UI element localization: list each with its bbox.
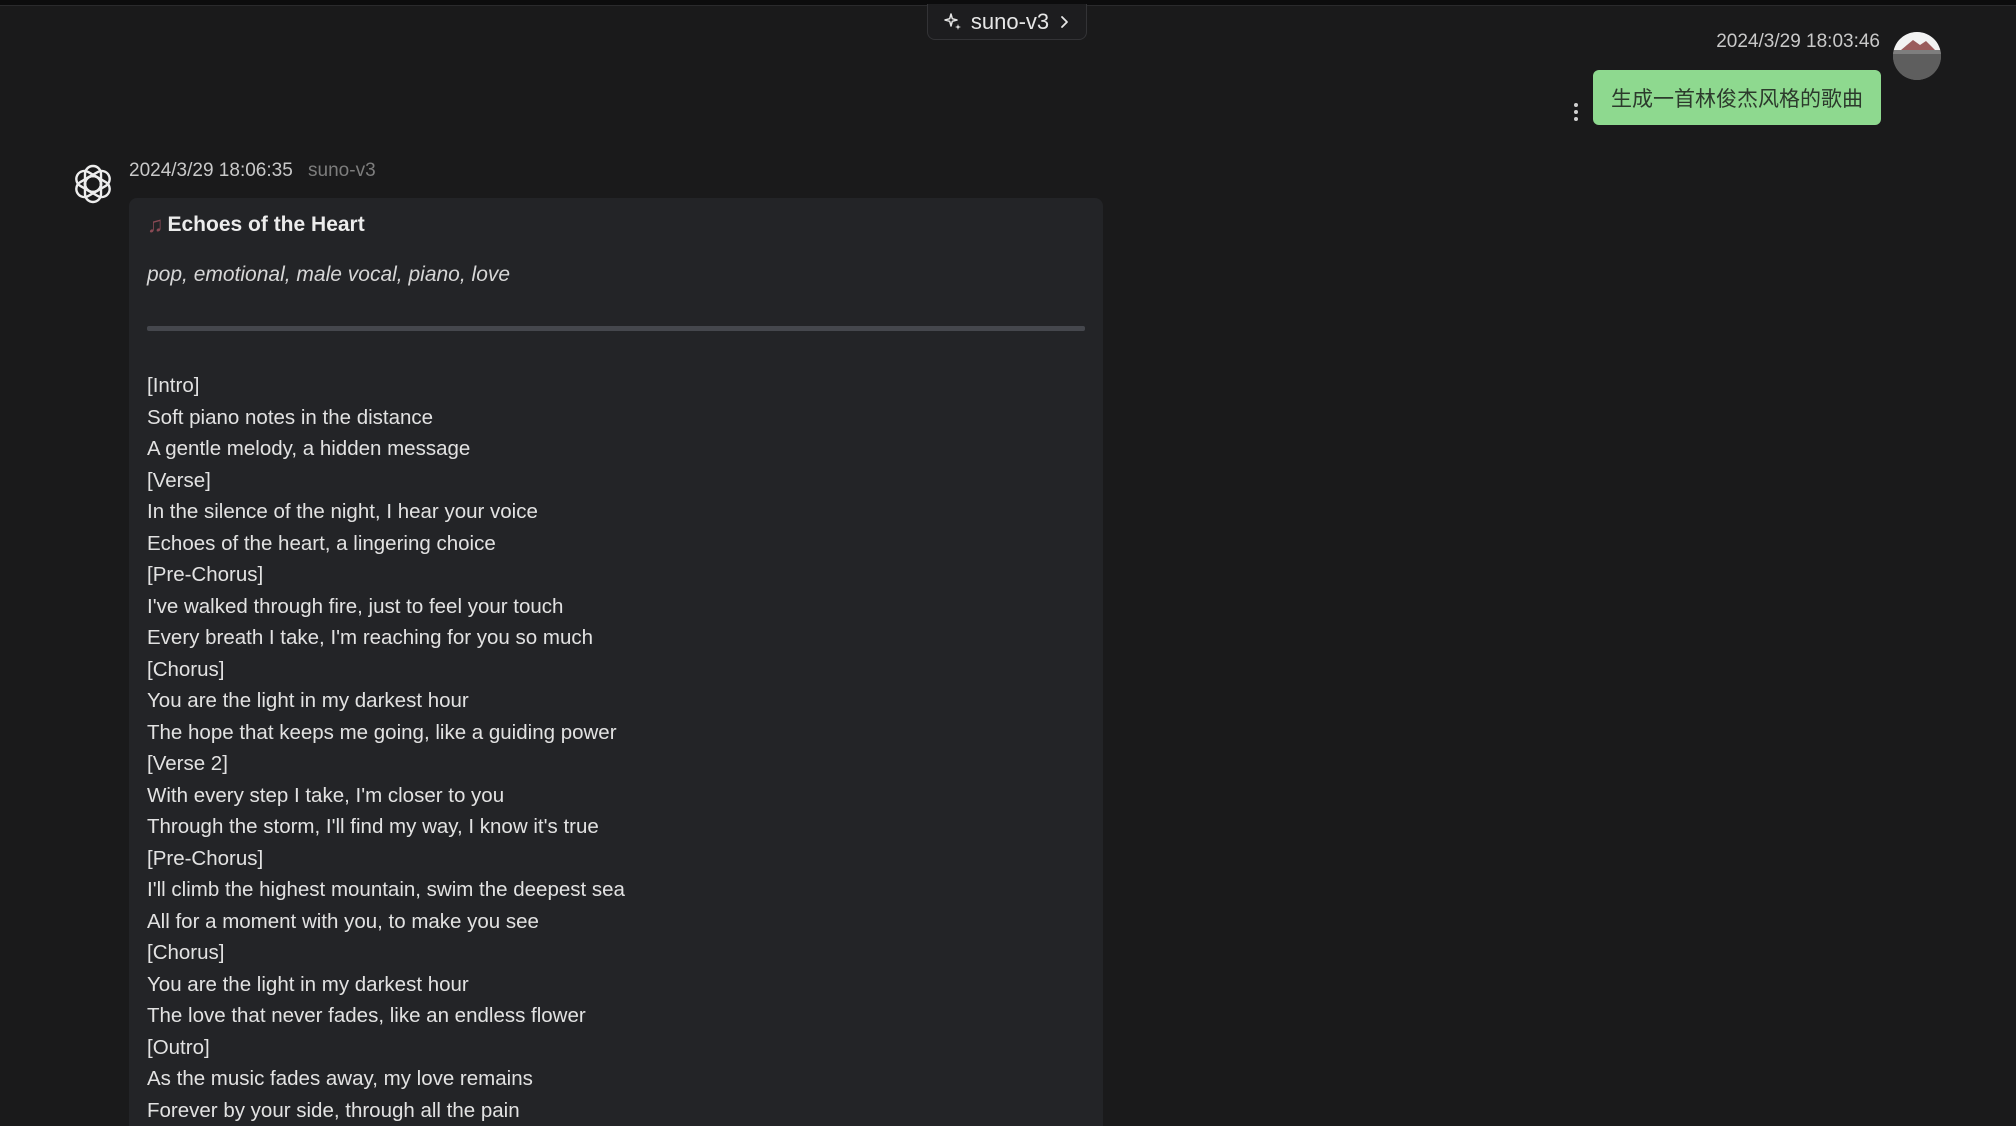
- sparkle-icon: [943, 12, 963, 32]
- user-message-bubble: 生成一首林俊杰风格的歌曲: [1593, 70, 1881, 125]
- lyric-line: The love that never fades, like an endle…: [147, 1004, 586, 1027]
- bot-message-meta: 2024/3/29 18:06:35 suno-v3: [129, 160, 376, 182]
- lyric-line: Soft piano notes in the distance: [147, 405, 434, 429]
- song-title: ♫ Echoes of the Heart: [147, 212, 365, 238]
- lyrics-list: [Intro] Soft piano notes in the distance A…: [147, 370, 625, 1126]
- song-tags: pop, emotional, male vocal, piano, love: [147, 263, 511, 286]
- lyric-line: Forever by your side, through all the pa…: [147, 1098, 520, 1122]
- user-avatar[interactable]: [1893, 32, 1941, 80]
- bot-message-timestamp: 2024/3/29 18:06:35: [129, 160, 293, 181]
- chevron-right-icon: [1057, 15, 1071, 29]
- bot-model-tag: suno-v3: [308, 160, 376, 181]
- lyric-line: The hope that keeps me going, like a gui…: [147, 720, 617, 744]
- chat-page: suno-v3 2024/3/29 18:03:46 生成一首林俊杰风格的歌曲: [0, 0, 2016, 1126]
- more-vertical-icon[interactable]: [1569, 103, 1583, 127]
- music-note-icon: ♫: [147, 212, 164, 237]
- user-message-timestamp: 2024/3/29 18:03:46: [1716, 31, 1880, 52]
- bot-message-card: ♫ Echoes of the Heart pop, emotional, ma…: [129, 198, 1103, 1126]
- divider: [147, 326, 1085, 331]
- lyric-line: All for a moment with you, to make you s…: [147, 909, 539, 933]
- openai-logo-icon: [70, 161, 116, 207]
- lyric-line: [Pre-Chorus]: [147, 563, 264, 586]
- model-chip-label: suno-v3: [970, 8, 1050, 34]
- lyric-line: [Intro]: [147, 374, 200, 397]
- lyric-line: [Verse]: [147, 468, 211, 492]
- lyric-line: [Outro]: [147, 1035, 210, 1059]
- lyric-line: I'll climb the highest mountain, swim th…: [147, 878, 625, 901]
- lyric-line: With every step I take, I'm closer to yo…: [147, 783, 505, 807]
- lyric-line: As the music fades away, my love remains: [147, 1067, 533, 1090]
- lyric-line: [Verse 2]: [147, 752, 228, 775]
- lyric-line: [Pre-Chorus]: [147, 846, 264, 870]
- model-selector-button[interactable]: suno-v3: [927, 4, 1087, 40]
- lyric-line: [Chorus]: [147, 657, 225, 681]
- lyric-line: You are the light in my darkest hour: [147, 972, 469, 996]
- lyric-line: You are the light in my darkest hour: [147, 689, 469, 712]
- lyric-line: Echoes of the heart, a lingering choice: [147, 531, 496, 555]
- lyric-line: Through the storm, I'll find my way, I k…: [147, 815, 599, 838]
- lyric-line: In the silence of the night, I hear your…: [147, 500, 538, 523]
- lyric-line: I've walked through fire, just to feel y…: [147, 594, 564, 618]
- lyric-line: [Chorus]: [147, 941, 225, 964]
- lyric-line: Every breath I take, I'm reaching for yo…: [147, 626, 594, 649]
- lyric-line: A gentle melody, a hidden message: [147, 437, 471, 460]
- song-title-text: Echoes of the Heart: [167, 213, 365, 236]
